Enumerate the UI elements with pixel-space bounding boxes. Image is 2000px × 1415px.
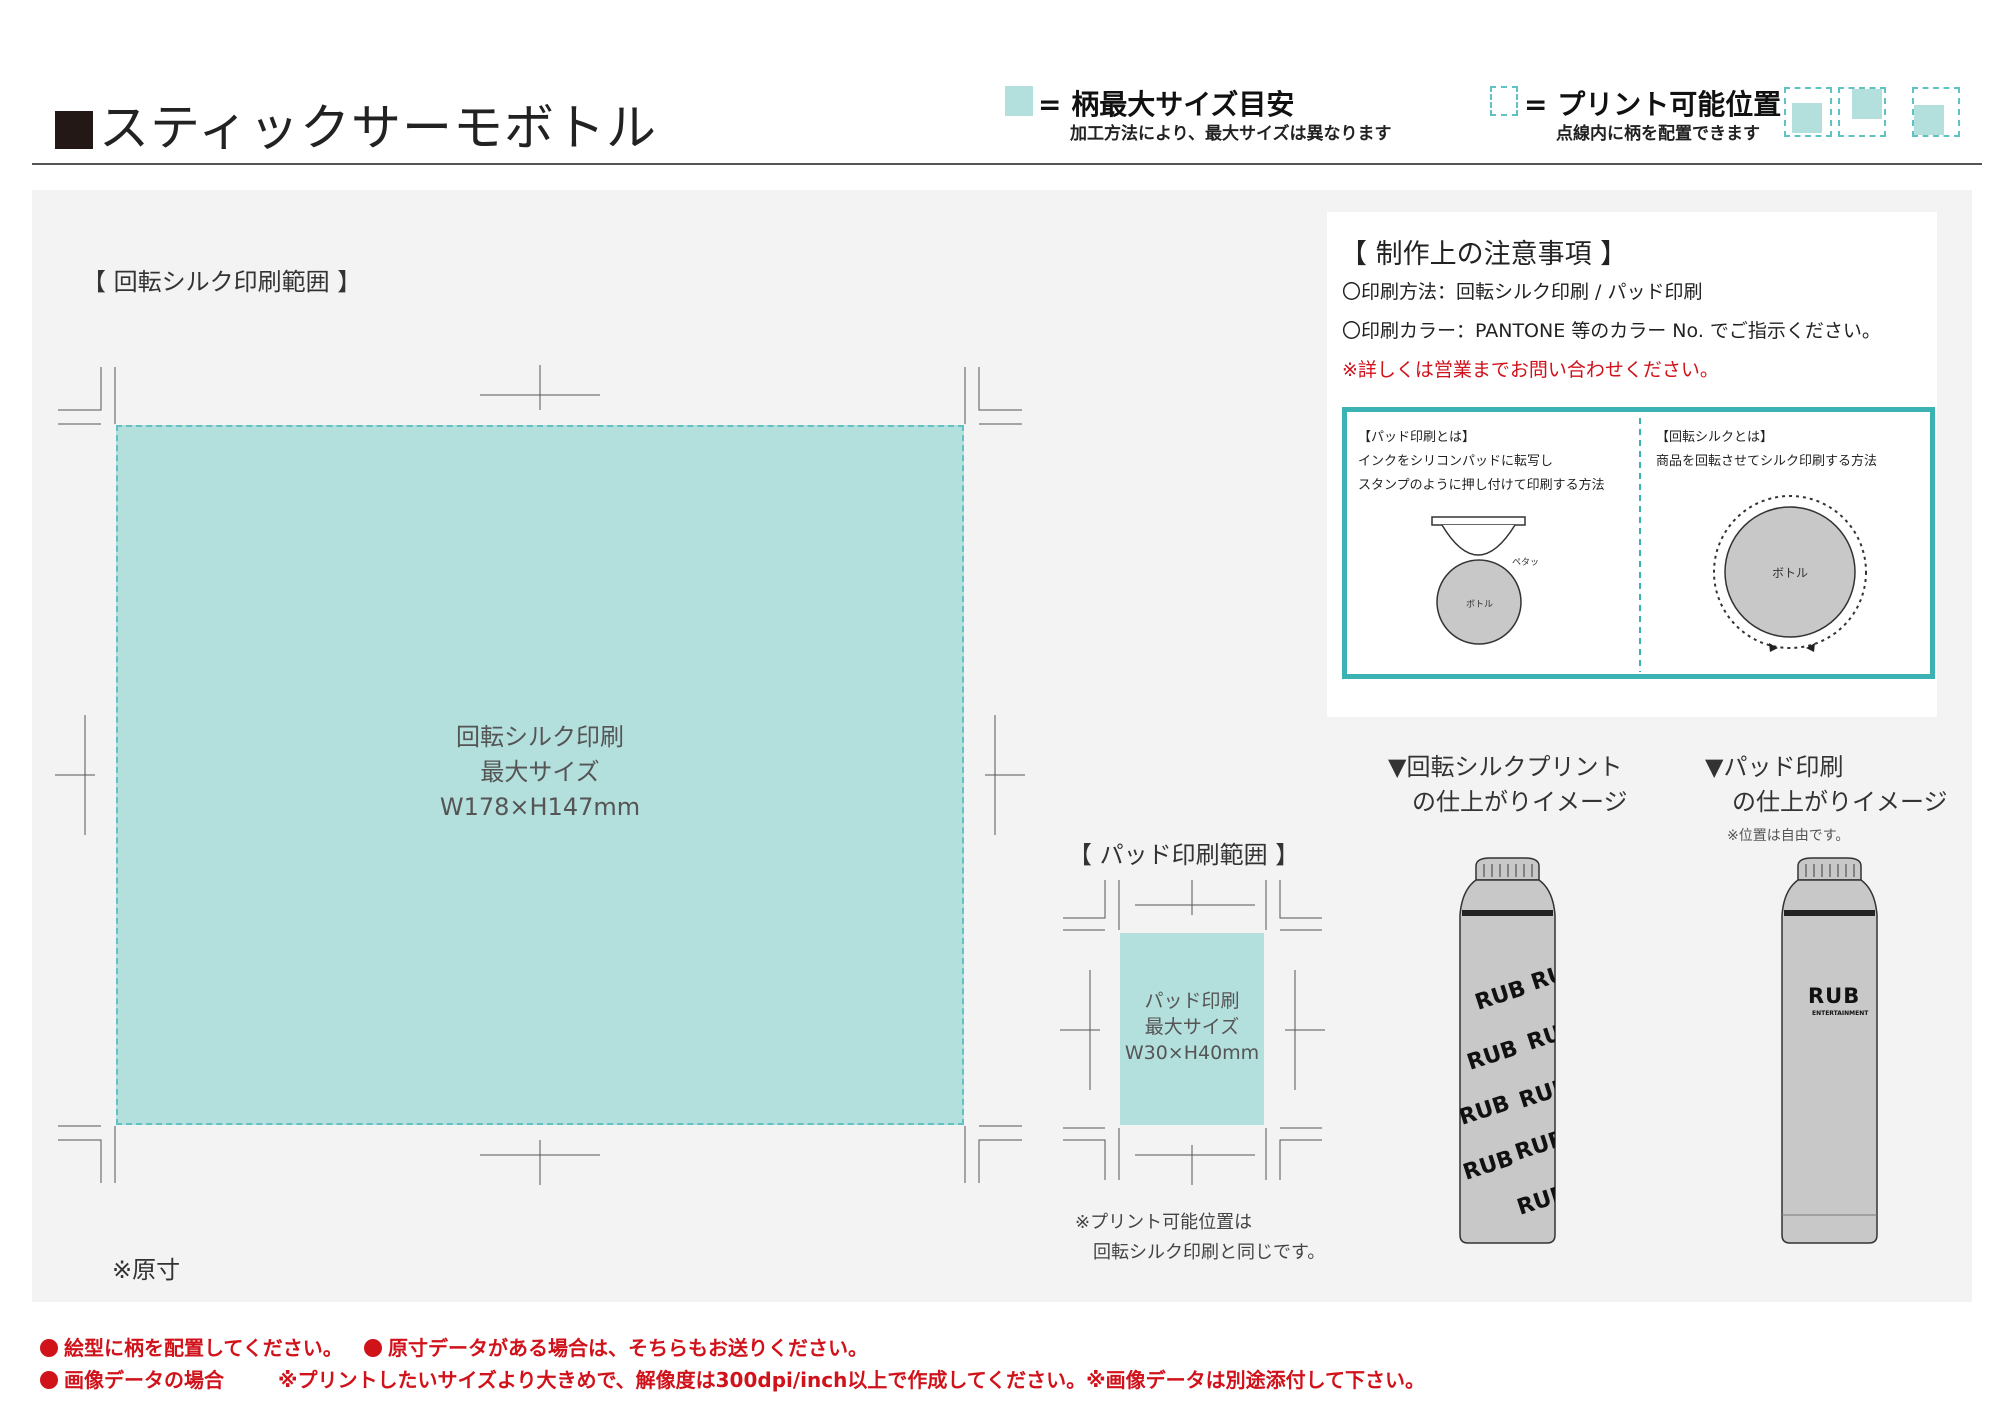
pad-logo-sub: ENTERTAINMENT xyxy=(1812,1010,1869,1017)
footer-note-1: 絵型に柄を配置してください。 xyxy=(40,1332,343,1361)
footer-note-3: 画像データの場合 xyxy=(40,1364,224,1393)
bullet-icon xyxy=(40,1339,58,1357)
bullet-icon xyxy=(364,1339,382,1357)
footer-note-4: ※プリントしたいサイズより大きめで、解像度は300dpi/inch以上で作成して… xyxy=(278,1368,1426,1392)
bullet-icon xyxy=(40,1371,58,1389)
bottle-images: RUB RUB RUB RUB RUB RUB RUB RUB RUB xyxy=(1459,857,1878,1244)
pad-bottle-icon xyxy=(1781,857,1878,1244)
footer-note-2: 原寸データがある場合は、そちらもお送りください。 xyxy=(364,1332,868,1361)
pad-logo-text: RUB xyxy=(1808,984,1861,1008)
silk-bottle-icon: RUB RUB RUB RUB RUB RUB RUB RUB RUB xyxy=(1459,857,1556,1244)
